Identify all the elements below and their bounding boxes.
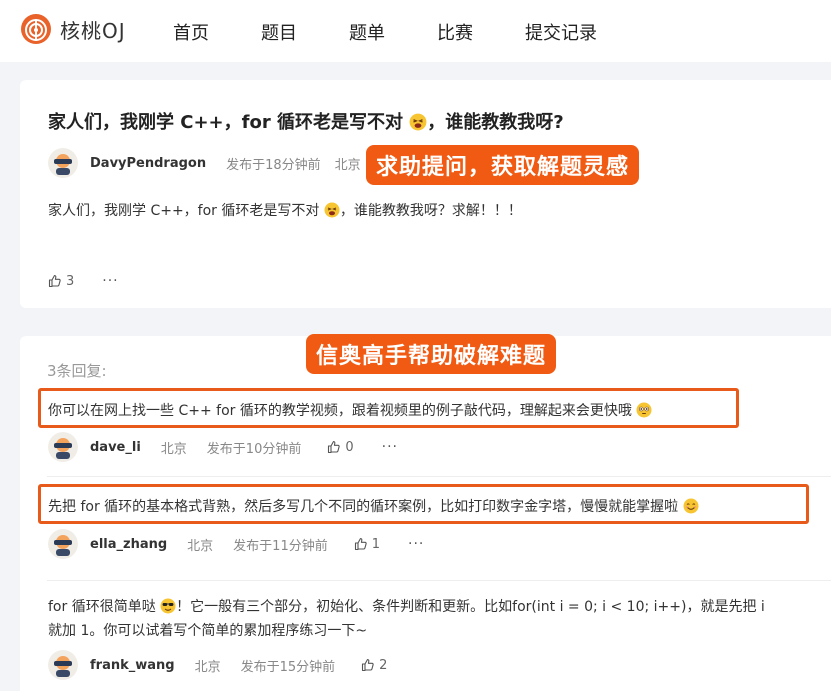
author-name[interactable]: frank_wang bbox=[90, 658, 175, 673]
smiling-face-emoji-icon bbox=[683, 498, 699, 514]
like-button[interactable]: 2 bbox=[361, 658, 387, 673]
reply-text: 你可以在网上找一些 C++ for 循环的教学视频，跟着视频里的例子敲代码，理解… bbox=[48, 400, 652, 420]
question-body: 家人们，我刚学 C++，for 循环老是写不对 ，谁能教教我呀？求解！！！ bbox=[48, 202, 522, 219]
logo-text: 核桃OJ bbox=[60, 18, 126, 43]
tired-face-emoji-icon bbox=[324, 202, 340, 218]
post-location: 北京 bbox=[334, 157, 361, 173]
flushed-face-emoji-icon bbox=[636, 402, 652, 418]
avatar[interactable] bbox=[48, 148, 78, 178]
thumbs-up-icon bbox=[354, 537, 367, 551]
thumbs-up-icon bbox=[362, 658, 374, 672]
site-logo[interactable]: 核桃OJ bbox=[20, 13, 126, 45]
post-time: 发布于10分钟前 bbox=[206, 441, 302, 457]
top-header: 核桃OJ 首页 题目 题单 比赛 提交记录 bbox=[0, 0, 831, 62]
reply-divider bbox=[47, 580, 831, 581]
avatar[interactable] bbox=[48, 432, 78, 462]
experts-banner: 信奥高手帮助破解难题 bbox=[306, 334, 557, 374]
like-count: 0 bbox=[345, 439, 354, 455]
nav-problems[interactable]: 题目 bbox=[261, 19, 297, 45]
nav-home[interactable]: 首页 bbox=[173, 19, 209, 45]
like-button[interactable]: 0 bbox=[327, 439, 354, 455]
reply-count: 3条回复: bbox=[47, 362, 107, 380]
avatar[interactable] bbox=[48, 529, 78, 559]
post-location: 北京 bbox=[187, 538, 214, 554]
like-count: 2 bbox=[379, 657, 388, 673]
like-count: 3 bbox=[66, 273, 75, 289]
post-location: 北京 bbox=[194, 659, 221, 675]
reply-meta: ella_zhang 北京 发布于11分钟前 1 ··· bbox=[48, 529, 424, 559]
help-banner: 求助提问，获取解题灵感 bbox=[366, 145, 640, 185]
like-button[interactable]: 3 bbox=[48, 274, 74, 289]
question-title[interactable]: 家人们，我刚学 C++，for 循环老是写不对 ，谁能教教我呀? bbox=[48, 108, 564, 134]
like-count: 1 bbox=[371, 536, 380, 552]
more-options-button[interactable]: ··· bbox=[102, 273, 118, 289]
reply-text-line2: 就加 1。你可以试着写个简单的累加程序练习一下~ bbox=[48, 623, 368, 639]
thumbs-up-icon bbox=[328, 440, 341, 454]
post-time: 发布于11分钟前 bbox=[233, 538, 328, 554]
question-actions: 3 ··· bbox=[48, 273, 119, 289]
reply-meta: frank_wang 北京 发布于15分钟前 2 bbox=[48, 650, 387, 680]
reply-divider bbox=[47, 476, 831, 477]
post-time: 发布于15分钟前 bbox=[240, 659, 336, 675]
author-name[interactable]: dave_li bbox=[90, 440, 141, 455]
question-card: 家人们，我刚学 C++，for 循环老是写不对 ，谁能教教我呀? DavyPen… bbox=[20, 80, 831, 308]
thumbs-up-icon bbox=[48, 274, 61, 288]
post-location: 北京 bbox=[160, 441, 187, 457]
walnut-logo-icon bbox=[21, 14, 51, 44]
nav-problem-lists[interactable]: 题单 bbox=[349, 19, 385, 45]
reply-text-line1: for 循环很简单哒 ！它一般有三个部分，初始化、条件判断和更新。比如for(i… bbox=[48, 598, 765, 615]
question-meta: DavyPendragon 发布于18分钟前 北京 bbox=[48, 148, 361, 178]
reply-meta: dave_li 北京 发布于10分钟前 0 ··· bbox=[48, 432, 398, 462]
more-options-button[interactable]: ··· bbox=[382, 439, 398, 455]
reply-text: 先把 for 循环的基本格式背熟，然后多写几个不同的循环案例，比如打印数字金字塔… bbox=[48, 496, 699, 516]
nav-contests[interactable]: 比赛 bbox=[437, 19, 473, 45]
sunglasses-face-emoji-icon bbox=[160, 598, 176, 614]
nav-submissions[interactable]: 提交记录 bbox=[525, 19, 597, 45]
like-button[interactable]: 1 bbox=[354, 537, 380, 552]
replies-card: 3条回复: 你可以在网上找一些 C++ for 循环的教学视频，跟着视频里的例子… bbox=[20, 336, 831, 691]
tired-face-emoji-icon bbox=[409, 113, 427, 131]
post-time: 发布于18分钟前 bbox=[226, 157, 321, 173]
author-name[interactable]: DavyPendragon bbox=[90, 156, 206, 171]
more-options-button[interactable]: ··· bbox=[408, 536, 424, 552]
author-name[interactable]: ella_zhang bbox=[90, 537, 167, 552]
avatar[interactable] bbox=[48, 650, 78, 680]
